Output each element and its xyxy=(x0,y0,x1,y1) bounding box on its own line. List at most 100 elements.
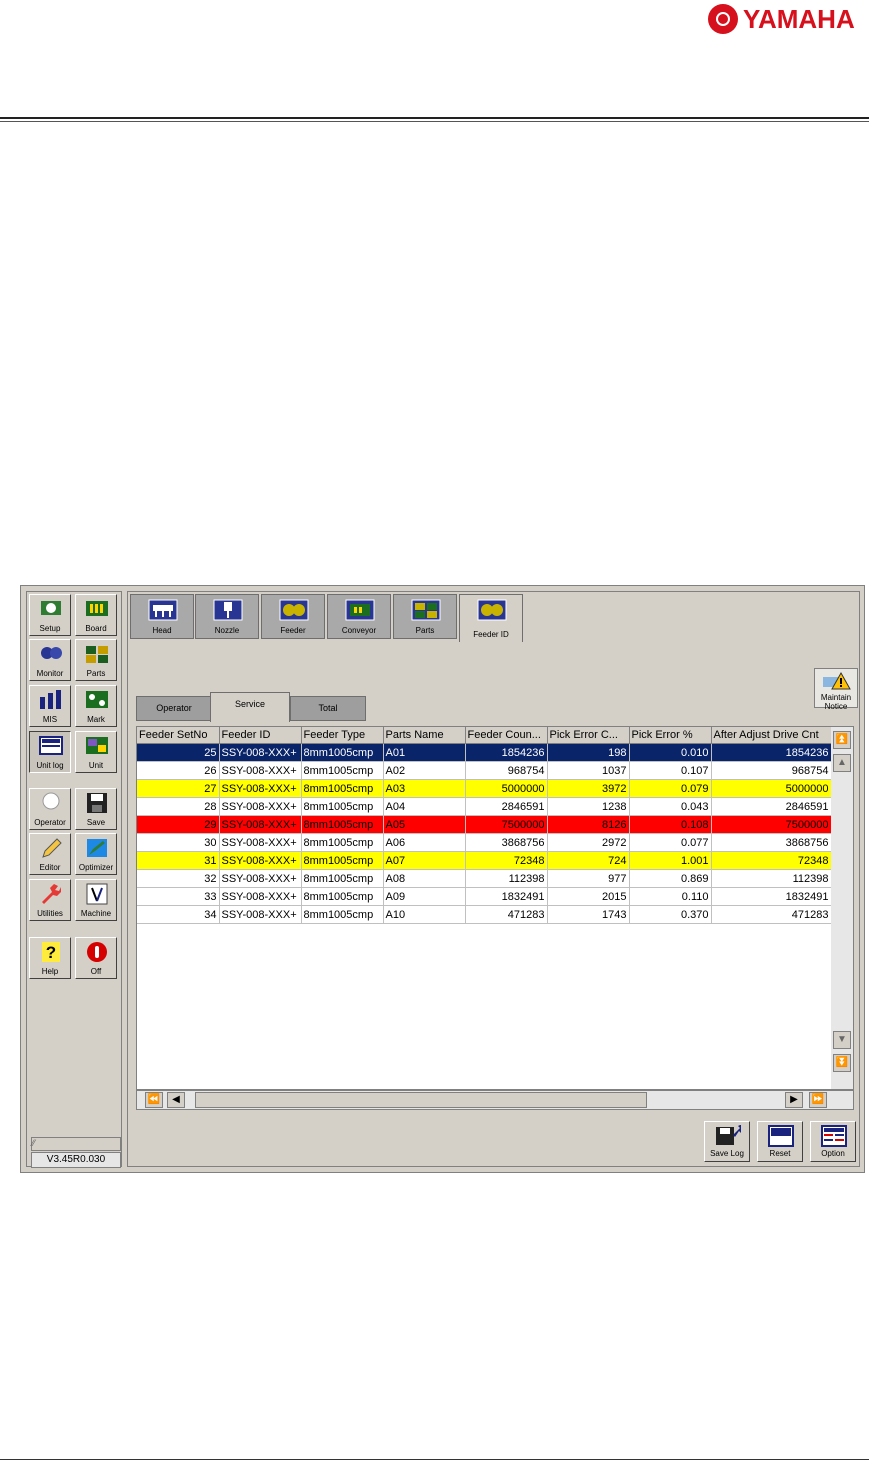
reset-button[interactable]: Reset xyxy=(757,1121,803,1162)
table-cell: 8mm1005cmp xyxy=(301,905,384,924)
table-cell: 3868756 xyxy=(711,833,832,852)
table-cell: 1832491 xyxy=(711,887,832,906)
table-row[interactable]: 27 SSY-008-XXX+ 8mm1005cmp A03 5000000 3972 0.… xyxy=(137,779,832,798)
tab-conveyor[interactable]: Conveyor xyxy=(327,594,391,639)
yamaha-emblem-icon xyxy=(708,4,738,34)
table-cell: 968754 xyxy=(465,761,548,780)
table-cell: 112398 xyxy=(711,869,832,888)
table-cell: SSY-008-XXX+ xyxy=(219,743,302,762)
nozzle-icon xyxy=(213,599,243,621)
main-panel: Head Nozzle Feeder Conveyor Parts Feeder… xyxy=(127,591,860,1167)
mis-icon xyxy=(40,690,61,709)
table-cell: 8126 xyxy=(547,815,630,834)
subtab-operator[interactable]: Operator xyxy=(136,696,212,721)
board-button[interactable]: Board xyxy=(75,594,117,636)
table-cell: 2846591 xyxy=(465,797,548,816)
table-cell: 2846591 xyxy=(711,797,832,816)
table-cell: SSY-008-XXX+ xyxy=(219,797,302,816)
table-cell: 5000000 xyxy=(465,779,548,798)
table-row[interactable]: 30 SSY-008-XXX+ 8mm1005cmp A06 3868756 2972 0.… xyxy=(137,833,832,852)
setup-button[interactable]: Setup xyxy=(29,594,71,636)
data-grid: Feeder SetNo Feeder ID Feeder Type Parts Na… xyxy=(137,727,832,924)
scroll-left-icon[interactable]: ◀ xyxy=(167,1092,185,1108)
table-cell: 0.108 xyxy=(629,815,712,834)
tab-feeder-id[interactable]: Feeder ID xyxy=(459,594,523,642)
table-cell: 26 xyxy=(137,761,220,780)
column-header[interactable]: Pick Error C... xyxy=(547,727,630,744)
column-header[interactable]: Feeder Type xyxy=(301,727,384,744)
table-cell: 0.043 xyxy=(629,797,712,816)
option-button[interactable]: Option xyxy=(810,1121,856,1162)
table-cell: 8mm1005cmp xyxy=(301,887,384,906)
machine-icon xyxy=(86,883,108,905)
table-cell: 0.079 xyxy=(629,779,712,798)
parts-button[interactable]: Parts xyxy=(75,639,117,681)
tab-parts[interactable]: Parts xyxy=(393,594,457,639)
machine-button[interactable]: Machine xyxy=(75,879,117,921)
operator-button[interactable]: Operator xyxy=(29,788,71,830)
table-row[interactable]: 29 SSY-008-XXX+ 8mm1005cmp A05 7500000 8126 0.… xyxy=(137,815,832,834)
table-cell: 198 xyxy=(547,743,630,762)
feeder-id-table: Feeder SetNo Feeder ID Feeder Type Parts Na… xyxy=(136,726,854,1090)
scroll-top-icon[interactable]: ⏫ xyxy=(833,731,851,749)
table-cell: 8mm1005cmp xyxy=(301,779,384,798)
table-cell: A07 xyxy=(383,851,466,870)
unit-button[interactable]: Unit xyxy=(75,731,117,773)
mis-button[interactable]: MIS xyxy=(29,685,71,727)
mark-button[interactable]: Mark xyxy=(75,685,117,727)
table-cell: 34 xyxy=(137,905,220,924)
table-cell: SSY-008-XXX+ xyxy=(219,815,302,834)
tab-feeder[interactable]: Feeder xyxy=(261,594,325,639)
utilities-icon xyxy=(42,884,61,904)
scroll-up-icon[interactable]: ▲ xyxy=(833,754,851,772)
column-header[interactable]: Feeder SetNo xyxy=(137,727,220,744)
column-header[interactable]: After Adjust Drive Cnt xyxy=(711,727,832,744)
column-header[interactable]: Feeder Coun... xyxy=(465,727,548,744)
table-row[interactable]: 25 SSY-008-XXX+ 8mm1005cmp A01 1854236 198 0.0… xyxy=(137,743,832,762)
maintain-notice-button[interactable]: Maintain Notice xyxy=(814,668,858,711)
subtab-service[interactable]: Service xyxy=(210,692,290,722)
horizontal-scrollbar[interactable]: ⏪ ◀ ▶ ⏩ xyxy=(136,1090,854,1110)
feeder-id-icon xyxy=(477,599,507,621)
table-row[interactable]: 34 SSY-008-XXX+ 8mm1005cmp A10 471283 1743 0.3… xyxy=(137,905,832,924)
column-header[interactable]: Feeder ID xyxy=(219,727,302,744)
table-cell: 3868756 xyxy=(465,833,548,852)
table-cell: A06 xyxy=(383,833,466,852)
column-header[interactable]: Parts Name xyxy=(383,727,466,744)
table-cell: 8mm1005cmp xyxy=(301,797,384,816)
scroll-bottom-icon[interactable]: ⏬ xyxy=(833,1054,851,1072)
table-cell: 30 xyxy=(137,833,220,852)
conveyor-icon xyxy=(345,599,375,621)
table-cell: 7500000 xyxy=(711,815,832,834)
subtab-total[interactable]: Total xyxy=(290,696,366,721)
off-button[interactable]: Off xyxy=(75,937,117,979)
unit-log-button[interactable]: Unit log xyxy=(29,731,71,773)
table-row[interactable]: 26 SSY-008-XXX+ 8mm1005cmp A02 968754 1037 0.1… xyxy=(137,761,832,780)
help-button[interactable]: ? Help xyxy=(29,937,71,979)
table-row[interactable]: 33 SSY-008-XXX+ 8mm1005cmp A09 1832491 2015 0.… xyxy=(137,887,832,906)
power-off-icon xyxy=(87,942,107,962)
scroll-thumb[interactable] xyxy=(195,1092,647,1108)
scroll-right-icon[interactable]: ▶ xyxy=(785,1092,803,1108)
tab-head[interactable]: Head xyxy=(130,594,194,639)
tab-nozzle[interactable]: Nozzle xyxy=(195,594,259,639)
table-cell: 25 xyxy=(137,743,220,762)
optimizer-button[interactable]: Optimizer xyxy=(75,833,117,875)
scroll-down-icon[interactable]: ▼ xyxy=(833,1031,851,1049)
scroll-first-icon[interactable]: ⏪ xyxy=(145,1092,163,1108)
monitor-button[interactable]: Monitor xyxy=(29,639,71,681)
table-cell: 7500000 xyxy=(465,815,548,834)
utilities-button[interactable]: Utilities xyxy=(29,879,71,921)
link-icon: ⁄⁄ xyxy=(32,1138,36,1148)
table-cell: 0.107 xyxy=(629,761,712,780)
save-button[interactable]: Save xyxy=(75,788,117,830)
column-header[interactable]: Pick Error % xyxy=(629,727,712,744)
table-row[interactable]: 32 SSY-008-XXX+ 8mm1005cmp A08 112398 977 0.86… xyxy=(137,869,832,888)
save-log-button[interactable]: Save Log xyxy=(704,1121,750,1162)
table-row[interactable]: 28 SSY-008-XXX+ 8mm1005cmp A04 2846591 1238 0.… xyxy=(137,797,832,816)
brand-name: YAMAHA xyxy=(743,3,855,34)
table-row[interactable]: 31 SSY-008-XXX+ 8mm1005cmp A07 72348 724 1.001… xyxy=(137,851,832,870)
vertical-scrollbar[interactable]: ⏫ ▲ ▼ ⏬ xyxy=(831,727,853,1089)
editor-button[interactable]: Editor xyxy=(29,833,71,875)
scroll-last-icon[interactable]: ⏩ xyxy=(809,1092,827,1108)
